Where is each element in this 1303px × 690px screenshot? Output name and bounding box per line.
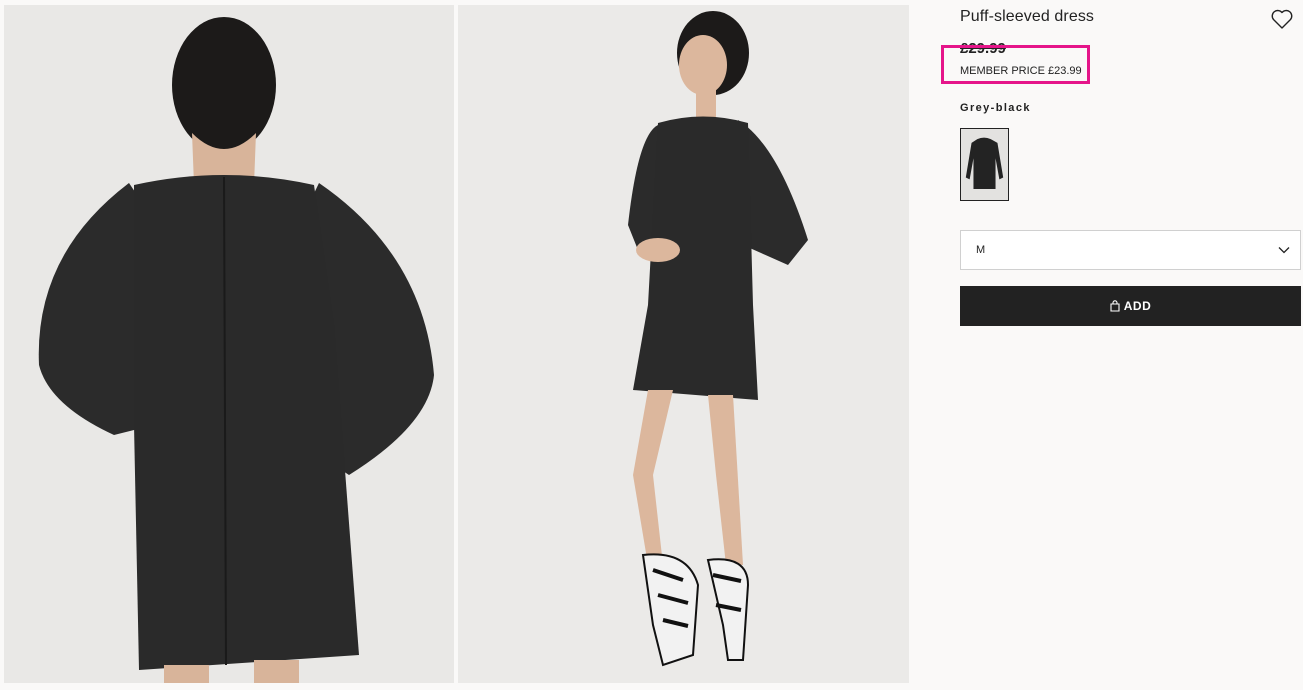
product-title: Puff-sleeved dress	[960, 8, 1095, 25]
product-gallery	[0, 0, 912, 690]
color-swatch-grey-black[interactable]	[960, 128, 1009, 201]
add-to-bag-button[interactable]: ADD	[960, 286, 1301, 326]
chevron-down-icon	[1278, 247, 1290, 254]
size-select[interactable]: M	[960, 230, 1301, 270]
product-info-panel: Puff-sleeved dress £29.99 MEMBER PRICE £…	[941, 0, 1301, 690]
heart-outline-icon[interactable]	[1270, 8, 1294, 30]
back-view-illustration	[4, 5, 454, 683]
shopping-bag-icon	[1110, 300, 1120, 312]
color-name: Grey-black	[960, 102, 1031, 114]
product-image-model-view[interactable]	[458, 5, 909, 683]
model-view-illustration	[458, 5, 909, 683]
add-button-label: ADD	[1123, 299, 1152, 313]
selected-size: M	[976, 244, 986, 256]
dress-thumbnail	[961, 129, 1008, 200]
member-price-highlight-box	[941, 45, 1090, 84]
product-image-back-view[interactable]	[4, 5, 454, 683]
